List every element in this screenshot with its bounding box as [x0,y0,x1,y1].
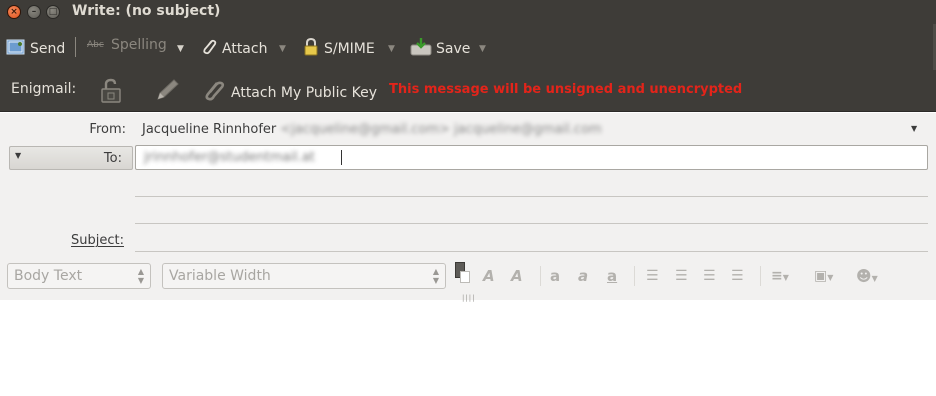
address-row-3[interactable] [135,223,928,224]
attach-public-key-button[interactable]: Attach My Public Key [201,79,377,107]
window-title: Write: (no subject) [72,3,221,19]
attach-dropdown-arrow[interactable]: ▼ [279,44,286,54]
chevron-down-icon: ▼ [15,151,22,160]
outdent-icon[interactable]: ☰ [703,268,716,284]
unlocked-icon [100,78,122,108]
background-color-icon [460,271,470,283]
smiley-icon[interactable]: ☻▼ [856,268,878,287]
toolbar-separator [75,37,76,57]
send-label: Send [30,41,66,57]
to-address-input[interactable]: jrinnhofer@studentmail.at [135,145,928,170]
maximize-window-button[interactable]: □ [46,5,60,19]
send-icon [6,37,26,61]
encryption-status-warning: This message will be unsigned and unencr… [389,82,743,97]
subject-label: Subject: [60,233,124,248]
recipient-type-label: To: [103,151,122,166]
save-button[interactable]: Save [410,37,470,61]
paragraph-style-value: Body Text [14,268,83,284]
paragraph-style-select[interactable]: Body Text ▲ ▼ [7,263,151,289]
save-dropdown-arrow[interactable]: ▼ [479,44,486,54]
sign-toggle[interactable] [155,78,181,106]
spelling-button[interactable]: Abc Spelling [87,37,167,53]
send-button[interactable]: Send [6,37,65,61]
align-icon[interactable]: ≡▼ [771,268,789,286]
select-spinner-icon: ▲ ▼ [137,267,144,285]
spelling-label: Spelling [111,37,167,53]
format-separator [540,266,541,286]
indent-icon[interactable]: ☰ [731,268,744,284]
spelling-icon: Abc [87,40,104,50]
recipient-type-select[interactable]: ▼ To: [9,146,133,170]
attach-label: Attach [222,41,268,57]
from-label: From: [89,122,126,137]
smime-dropdown-arrow[interactable]: ▼ [388,44,395,54]
select-spinner-icon: ▲ ▼ [432,267,439,285]
underline-icon[interactable]: a [607,268,617,284]
from-select[interactable]: Jacqueline Rinnhofer <jacqueline@gmail.c… [142,122,602,137]
lock-icon [302,37,320,61]
address-row-2[interactable] [135,196,928,197]
save-label: Save [436,41,471,57]
pencil-icon [155,78,181,106]
enigmail-label: Enigmail: [11,81,77,97]
numbered-list-icon[interactable]: ☰ [675,268,688,284]
smime-label: S/MIME [324,41,375,57]
font-value: Variable Width [169,268,271,284]
subject-label-text: Subject: [71,233,124,248]
from-name: Jacqueline Rinnhofer [142,122,277,137]
attach-public-key-label: Attach My Public Key [231,85,377,101]
text-cursor [341,150,342,165]
from-dropdown-arrow[interactable]: ▼ [911,124,917,133]
paperclip-icon [200,37,218,61]
smime-button[interactable]: S/MIME [302,37,375,61]
message-body-editor[interactable] [0,300,936,396]
title-bar: × – □ Write: (no subject) [0,0,936,24]
format-separator [760,266,761,286]
subject-input[interactable] [135,228,928,252]
attach-button[interactable]: Attach [200,37,267,61]
save-icon [410,37,432,61]
bold-icon[interactable]: a [550,268,560,284]
minimize-window-button[interactable]: – [27,5,41,19]
key-attach-icon [201,79,227,107]
italic-icon[interactable]: a [578,268,588,284]
smaller-font-icon[interactable]: A [483,268,495,284]
encrypt-toggle[interactable] [100,78,122,108]
close-window-button[interactable]: × [7,5,21,19]
from-email: <jacqueline@gmail.com> jacqueline@gmail.… [280,122,602,137]
larger-font-icon[interactable]: A [511,268,523,284]
spelling-dropdown-arrow[interactable]: ▼ [177,44,184,54]
insert-image-icon[interactable]: ▣▼ [814,268,833,286]
text-color-button[interactable] [455,262,470,283]
splitter-grip[interactable]: |||| [462,294,475,302]
to-address-value: jrinnhofer@studentmail.at [144,150,315,165]
font-select[interactable]: Variable Width ▲ ▼ [162,263,446,289]
format-separator [634,266,635,286]
bullet-list-icon[interactable]: ☰ [646,268,659,284]
